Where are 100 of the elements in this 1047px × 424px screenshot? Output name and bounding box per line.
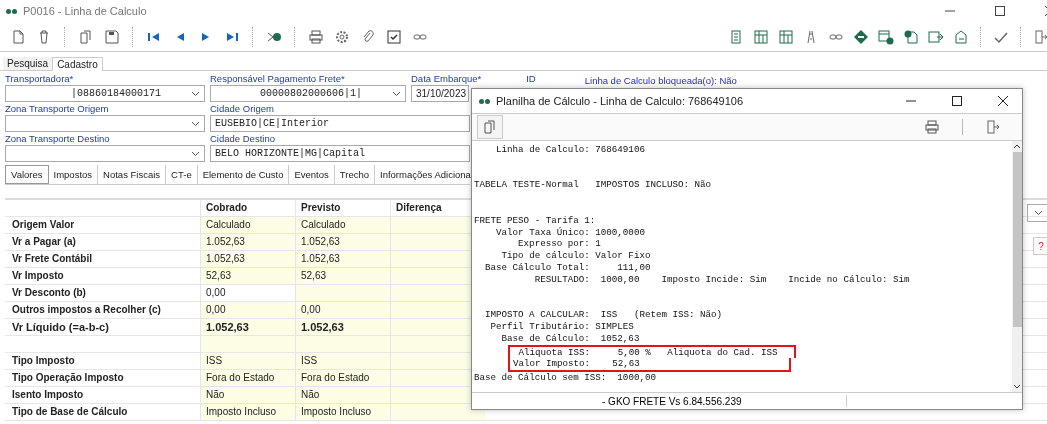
table-cell: 1.052,63 xyxy=(295,319,390,335)
row-label: Vr Líquido (=a-b-c) xyxy=(11,320,110,335)
print-icon[interactable] xyxy=(924,119,940,135)
row-label: Isento Imposto xyxy=(11,388,85,402)
field-label: Transportadora* xyxy=(5,73,75,85)
dropdown-field[interactable]: 00000802000606|1| xyxy=(210,85,406,102)
column-header: Previsto xyxy=(295,200,390,216)
print-icon[interactable] xyxy=(308,28,324,45)
document-icon[interactable] xyxy=(10,28,26,45)
report-line: Tipo de cálculo: Valor Fixo xyxy=(501,250,651,262)
table-cell: 1.052,63 xyxy=(200,319,295,335)
dialog-title: Planilha de Cálculo - Linha de Calculo: 768649106 xyxy=(496,95,744,107)
field-label: Responsável Pagamento Frete* xyxy=(210,73,346,85)
chevron-down-icon xyxy=(191,150,200,157)
tab[interactable]: Eventos xyxy=(289,165,335,184)
field-label: Data Embarque* xyxy=(411,73,482,85)
report-line: Base de Cálculo: 1052,63 xyxy=(501,332,640,344)
table-cell: Imposto Incluso xyxy=(295,404,390,420)
row-label: Outros impostos a Recolher (c) xyxy=(11,303,162,317)
spreadsheet-icon[interactable] xyxy=(778,28,794,45)
report-line: Base de Cálculo sem ISS: 1000,00 xyxy=(474,372,656,384)
document-money-icon[interactable] xyxy=(903,28,919,45)
field-label: ID xyxy=(526,73,536,85)
spreadsheet-icon[interactable] xyxy=(753,28,769,45)
row-label: Tipo Operação Imposto xyxy=(11,371,125,385)
chevron-up-icon[interactable] xyxy=(1013,144,1021,149)
maximize-icon[interactable] xyxy=(995,6,1005,16)
table-cell: 52,63 xyxy=(295,268,390,284)
row-label: Vr a Pagar (a) xyxy=(11,235,77,249)
row-label: Vr Frete Contábil xyxy=(11,252,93,266)
chevron-down-icon xyxy=(191,120,200,127)
report-line: FRETE PESO - Tarifa 1: xyxy=(474,214,596,226)
status-text: Linha de Calculo bloqueada(o): Não xyxy=(584,74,737,88)
tab[interactable]: Elemento de Custo xyxy=(197,165,290,184)
table-cell: Fora do Estado xyxy=(200,370,295,386)
table-cell: 1.052,63 xyxy=(295,234,390,250)
tab[interactable]: Notas Fiscais xyxy=(98,165,167,184)
app-logo-icon xyxy=(479,98,490,104)
dropdown-field[interactable] xyxy=(5,145,205,162)
row-label: Origem Valor xyxy=(11,218,76,232)
table-cell: 1.052,63 xyxy=(200,251,295,267)
table-cell: ISS xyxy=(200,353,295,369)
exit-icon[interactable] xyxy=(985,119,1001,135)
column-header: Cobrado xyxy=(200,200,295,216)
report-line: IMPOSTO A CALCULAR: ISS (Retem ISS: Não) xyxy=(485,309,723,321)
chevron-down-icon xyxy=(1034,210,1043,216)
tab[interactable]: Valores xyxy=(5,165,49,184)
table-cell: 0,00 xyxy=(295,302,390,318)
report-line: Perfil Tributário: SIMPLES xyxy=(490,320,634,332)
date-field[interactable]: 31/10/2023 xyxy=(411,85,469,102)
table-cell: Imposto Incluso xyxy=(200,404,295,420)
table-cell: Calculado xyxy=(200,217,295,233)
report-line: TABELA TESTE-Normal IMPOSTOS INCLUSO: Não xyxy=(474,179,712,191)
tab[interactable]: Cadastro xyxy=(52,57,103,71)
table-badge-icon[interactable] xyxy=(878,28,894,45)
app-logo-icon xyxy=(6,8,17,14)
table-cell: 0,00 xyxy=(200,302,295,318)
report-line: Valor Taxa Único: 1000,0000 xyxy=(496,226,645,238)
report-line: RESULTADO: 1000,00 Imposto Incide: Sim Incide no Cálculo: Sim xyxy=(534,273,910,285)
report-line: Expresso por: 1 xyxy=(518,238,601,250)
help-button[interactable]: ? xyxy=(1033,237,1047,255)
window-title: P0016 - Linha de Calculo xyxy=(23,5,147,17)
tab[interactable]: Impostos xyxy=(48,165,99,184)
dropdown-field[interactable] xyxy=(5,115,205,132)
dropdown-field[interactable]: |08860184000171 xyxy=(5,85,205,102)
chevron-down-icon xyxy=(191,90,200,97)
tab[interactable]: CT-e xyxy=(166,165,198,184)
documents-icon xyxy=(482,119,498,135)
table-arrow-icon[interactable] xyxy=(928,28,944,45)
checkbox-icon[interactable] xyxy=(386,28,402,45)
tab[interactable]: Trecho xyxy=(334,165,375,184)
scrollbar[interactable] xyxy=(1012,141,1022,392)
close-icon[interactable] xyxy=(998,96,1008,106)
report-line: Base Cálculo Total: 111,00 xyxy=(485,261,651,273)
field-label: Cidade Origem xyxy=(210,103,275,115)
tab[interactable]: Pesquisa xyxy=(3,57,53,70)
row-label: Vr Desconto (b) xyxy=(11,286,87,300)
chevron-down-icon xyxy=(392,90,401,97)
settings-icon[interactable] xyxy=(334,28,350,45)
table-cell: Não xyxy=(295,387,390,403)
input-field[interactable]: EUSEBIO|CE|Interior xyxy=(210,115,470,132)
maximize-icon[interactable] xyxy=(952,96,962,106)
input-field[interactable]: BELO HORIZONTE|MG|Capital xyxy=(210,145,470,162)
table-cell: 1.052,63 xyxy=(200,234,295,250)
save-icon[interactable] xyxy=(104,28,120,45)
field-label: Zona Transporte Destino xyxy=(5,133,111,145)
field-label: Zona Transporte Origem xyxy=(5,103,110,115)
report-line: Valor Imposto: 52,63 xyxy=(508,358,791,373)
table-cell: ISS xyxy=(295,353,390,369)
exit-icon[interactable] xyxy=(1033,28,1047,45)
status-text: - GKO FRETE Vs 6.84.556.239 xyxy=(602,395,742,407)
field-label: Cidade Destino xyxy=(210,133,276,145)
table-cell: Não xyxy=(200,387,295,403)
report-line: Aliquota ISS: 5,00 % Aliquota do Cad. ISS xyxy=(508,344,797,359)
table-cell: 1.052,63 xyxy=(295,251,390,267)
table-cell: Fora do Estado xyxy=(295,370,390,386)
row-label: Tipo Imposto xyxy=(11,354,76,368)
table-cell: 52,63 xyxy=(200,268,295,284)
table-cell: Calculado xyxy=(295,217,390,233)
chevron-down-icon[interactable] xyxy=(1013,384,1021,389)
